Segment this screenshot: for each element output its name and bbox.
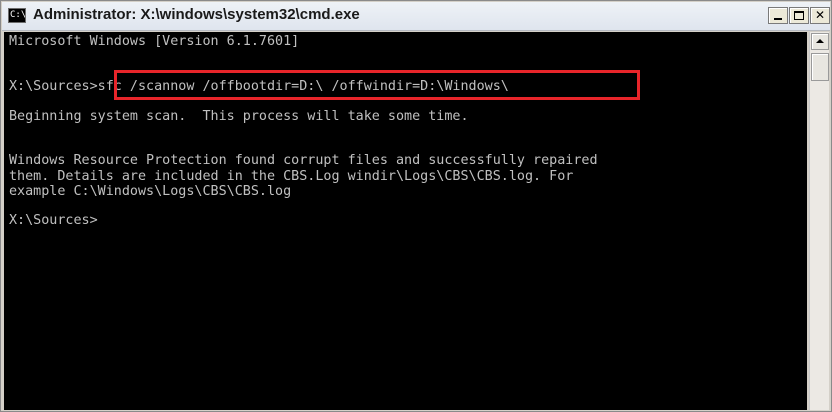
cmd-app-icon: C:\ xyxy=(8,8,26,23)
console-line-version: Microsoft Windows [Version 6.1.7601] xyxy=(9,34,300,49)
window-title: Administrator: X:\windows\system32\cmd.e… xyxy=(33,6,360,23)
minimize-icon xyxy=(774,18,782,20)
arrow-up-icon xyxy=(816,39,824,43)
vertical-scrollbar[interactable] xyxy=(809,32,829,410)
console-line-scan: Beginning system scan. This process will… xyxy=(9,109,469,124)
command-highlight-box xyxy=(114,70,640,100)
console-line-result-1: Windows Resource Protection found corrup… xyxy=(9,153,598,168)
close-button[interactable]: ✕ xyxy=(810,7,830,24)
cmd-window: C:\ Administrator: X:\windows\system32\c… xyxy=(0,0,832,412)
console-line-result-3: example C:\Windows\Logs\CBS\CBS.log xyxy=(9,184,292,199)
console-line-result-2: them. Details are included in the CBS.Lo… xyxy=(9,169,574,184)
console-line-prompt: X:\Sources> xyxy=(9,213,98,228)
close-icon: ✕ xyxy=(814,8,826,22)
maximize-icon xyxy=(794,11,804,20)
scroll-thumb[interactable] xyxy=(811,53,829,81)
minimize-button[interactable] xyxy=(768,7,788,24)
title-bar[interactable]: C:\ Administrator: X:\windows\system32\c… xyxy=(2,2,830,31)
console-output[interactable]: Microsoft Windows [Version 6.1.7601] X:\… xyxy=(4,32,807,410)
maximize-button[interactable] xyxy=(789,7,809,24)
scroll-up-button[interactable] xyxy=(811,33,829,50)
